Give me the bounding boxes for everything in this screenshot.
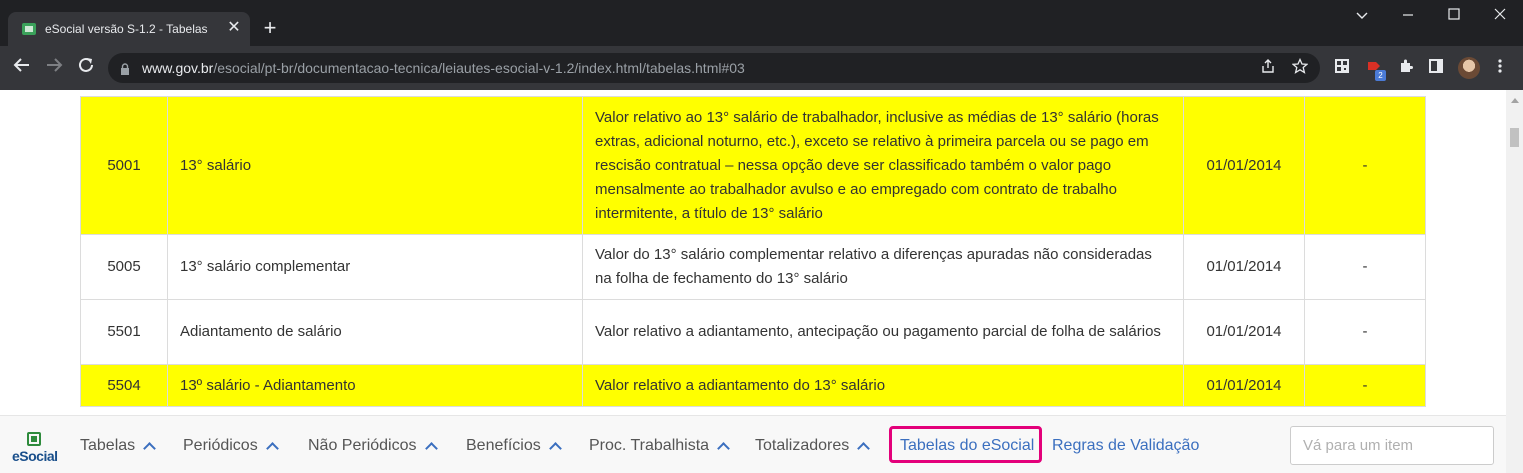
table-row: 5501 Adiantamento de salário Valor relativ…	[80, 299, 1426, 365]
chevron-up-icon	[265, 442, 279, 455]
scroll-up-arrow-icon[interactable]	[1511, 98, 1519, 103]
nav-item-label: Totalizadores	[755, 437, 850, 454]
rubric-start-date: 01/01/2014	[1183, 299, 1305, 365]
rubric-start-date: 01/01/2014	[1183, 96, 1305, 235]
esocial-favicon-icon	[22, 23, 36, 35]
rubric-end-date: -	[1304, 234, 1426, 300]
chevron-up-icon	[424, 442, 438, 455]
back-icon[interactable]	[10, 56, 34, 80]
nav-totalizadores[interactable]: Totalizadores	[755, 437, 871, 455]
nav-item-label: Não Periódicos	[308, 437, 417, 454]
lock-icon[interactable]	[120, 62, 130, 75]
rubric-start-date: 01/01/2014	[1183, 234, 1305, 300]
nav-item-label: Periódicos	[183, 437, 258, 454]
profile-avatar[interactable]	[1458, 57, 1480, 79]
link-tabelas-do-esocial[interactable]: Tabelas do eSocial	[900, 437, 1034, 455]
tab-close-icon[interactable]: ✕	[226, 20, 242, 36]
maximize-icon[interactable]	[1431, 0, 1477, 30]
chevron-up-icon	[548, 442, 562, 455]
rubric-end-date: -	[1304, 96, 1426, 235]
browser-tab[interactable]: eSocial versão S-1.2 - Tabelas ✕	[8, 12, 250, 46]
forward-icon[interactable]	[42, 56, 66, 80]
url-text: www.gov.br/esocial/pt-br/documentacao-te…	[142, 60, 745, 76]
esocial-logo[interactable]: eSocial	[12, 432, 58, 470]
url-host: www.gov.br	[142, 60, 214, 76]
chevron-up-icon	[857, 442, 871, 455]
nav-beneficios[interactable]: Benefícios	[466, 437, 562, 455]
rubric-name: 13° salário complementar	[167, 234, 583, 300]
nav-item-label: Tabelas	[80, 437, 136, 454]
close-window-icon[interactable]	[1477, 0, 1523, 30]
browser-toolbar: www.gov.br/esocial/pt-br/documentacao-te…	[0, 46, 1523, 90]
esocial-logo-mark-icon	[27, 432, 41, 446]
rubric-end-date: -	[1304, 364, 1426, 407]
nav-item-label: Proc. Trabalhista	[589, 437, 710, 454]
qr-code-extension-icon[interactable]	[1332, 58, 1352, 78]
minimize-icon[interactable]	[1385, 0, 1431, 30]
table-row: 5005 13° salário complementar Valor do 13°…	[80, 234, 1426, 300]
rubric-description: Valor relativo ao 13° salário de trabalh…	[582, 96, 1184, 235]
nav-tabelas[interactable]: Tabelas	[80, 437, 157, 455]
rubric-name: 13° salário	[167, 96, 583, 235]
link-regras-de-validacao[interactable]: Regras de Validação	[1052, 437, 1199, 455]
rubric-code: 5001	[80, 96, 168, 235]
bottom-nav: eSocial Tabelas Periódicos Não Periódico…	[0, 415, 1506, 473]
rubric-name: Adiantamento de salário	[167, 299, 583, 365]
rubric-end-date: -	[1304, 299, 1426, 365]
menu-kebab-icon[interactable]	[1490, 58, 1510, 78]
vertical-scrollbar[interactable]	[1506, 90, 1523, 473]
extension-badge: 2	[1375, 70, 1386, 81]
table-row: 5504 13º salário - Adiantamento Valor rela…	[80, 364, 1426, 407]
bookmark-star-icon[interactable]	[1290, 57, 1310, 78]
logo-text: eSocial	[12, 448, 58, 464]
share-icon[interactable]	[1258, 58, 1278, 78]
new-tab-icon[interactable]: +	[258, 17, 282, 41]
table-row: 5001 13° salário Valor relativo ao 13° sal…	[80, 96, 1426, 235]
rubric-name: 13º salário - Adiantamento	[167, 364, 583, 407]
address-bar[interactable]: www.gov.br/esocial/pt-br/documentacao-te…	[108, 53, 1320, 83]
reload-icon[interactable]	[74, 56, 98, 80]
rubric-code: 5501	[80, 299, 168, 365]
side-panel-icon[interactable]	[1426, 58, 1446, 78]
chevron-up-icon	[143, 442, 157, 455]
tab-search-icon[interactable]	[1339, 0, 1385, 30]
url-path: /esocial/pt-br/documentacao-tecnica/leia…	[213, 60, 745, 76]
rubric-description: Valor relativo a adiantamento, antecipaç…	[582, 299, 1184, 365]
rubric-code: 5504	[80, 364, 168, 407]
chevron-up-icon	[717, 442, 730, 455]
nav-item-label: Benefícios	[466, 437, 541, 454]
nav-proc-trabalhista[interactable]: Proc. Trabalhista	[589, 437, 730, 455]
rubric-description: Valor do 13° salário complementar relati…	[582, 234, 1184, 300]
rubric-description: Valor relativo a adiantamento do 13° sal…	[582, 364, 1184, 407]
scroll-thumb[interactable]	[1510, 128, 1519, 147]
page-content: 5001 13° salário Valor relativo ao 13° sal…	[0, 90, 1506, 415]
rubricas-table: 5001 13° salário Valor relativo ao 13° sal…	[80, 96, 1426, 407]
rubric-start-date: 01/01/2014	[1183, 364, 1305, 407]
browser-titlebar: eSocial versão S-1.2 - Tabelas ✕ +	[0, 0, 1523, 46]
nav-nao-periodicos[interactable]: Não Periódicos	[308, 437, 438, 455]
extensions-puzzle-icon[interactable]	[1396, 58, 1416, 78]
goto-item-input[interactable]	[1290, 426, 1494, 465]
nav-periodicos[interactable]: Periódicos	[183, 437, 279, 455]
tab-title: eSocial versão S-1.2 - Tabelas	[45, 22, 208, 36]
rubric-code: 5005	[80, 234, 168, 300]
